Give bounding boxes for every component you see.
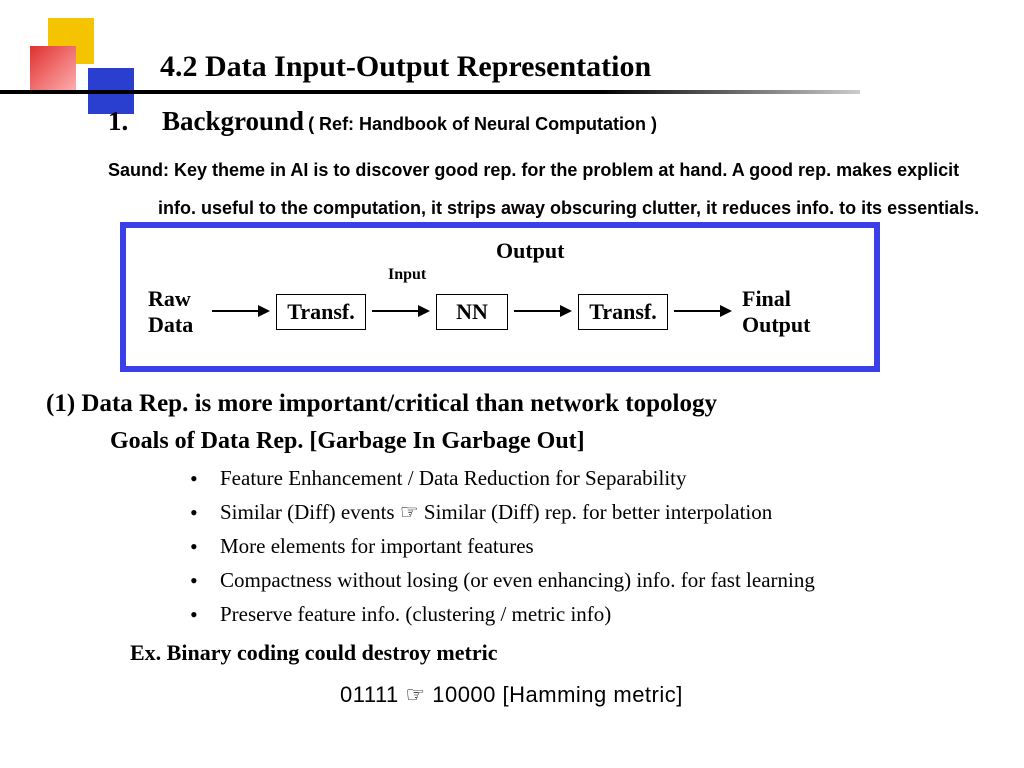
arrow-4 [674,310,730,312]
logo-decoration [30,18,120,98]
arrow-3 [514,310,570,312]
goals-heading: Goals of Data Rep. [Garbage In Garbage O… [110,428,585,455]
saund-line-1: Saund: Key theme in AI is to discover go… [108,160,959,180]
point-1: (1) Data Rep. is more important/critical… [46,390,986,418]
example-heading: Ex. Binary coding could destroy metric [130,640,497,666]
saund-quote: Saund: Key theme in AI is to discover go… [108,152,988,228]
section-1-title: Background [162,106,304,136]
bullet-item: More elements for important features [220,530,534,564]
hamming-example: 01111 ☞ 10000 [Hamming metric] [340,682,683,708]
arrow-1 [212,310,268,312]
section-1-heading: 1. Background ( Ref: Handbook of Neural … [108,106,657,137]
logo-red-square [30,46,76,92]
bullet-dot: • [190,598,220,632]
final-output-label: Final Output [742,286,810,338]
nn-box: NN [436,294,508,330]
bullet-item: Similar (Diff) events ☞ Similar (Diff) r… [220,496,772,530]
bullet-item: Feature Enhancement / Data Reduction for… [220,462,687,496]
input-label: Input [388,266,426,284]
title-underline [0,90,860,94]
bullet-dot: • [190,530,220,564]
bullet-dot: • [190,462,220,496]
bullet-dot: • [190,564,220,598]
transf-box-2: Transf. [578,294,668,330]
output-label: Output [496,238,564,264]
transf-box-1: Transf. [276,294,366,330]
bullet-item: Preserve feature info. (clustering / met… [220,598,611,632]
slide-title: 4.2 Data Input-Output Representation [160,50,651,84]
raw-data-label: Raw Data [148,286,193,338]
section-1-number: 1. [108,106,158,137]
bullet-dot: • [190,496,220,530]
pipeline-diagram: Raw Data Transf. Input NN Output Transf.… [120,222,880,372]
bullet-list: •Feature Enhancement / Data Reduction fo… [190,462,815,632]
section-1-reference: ( Ref: Handbook of Neural Computation ) [308,114,657,134]
arrow-2 [372,310,428,312]
bullet-item: Compactness without losing (or even enha… [220,564,815,598]
